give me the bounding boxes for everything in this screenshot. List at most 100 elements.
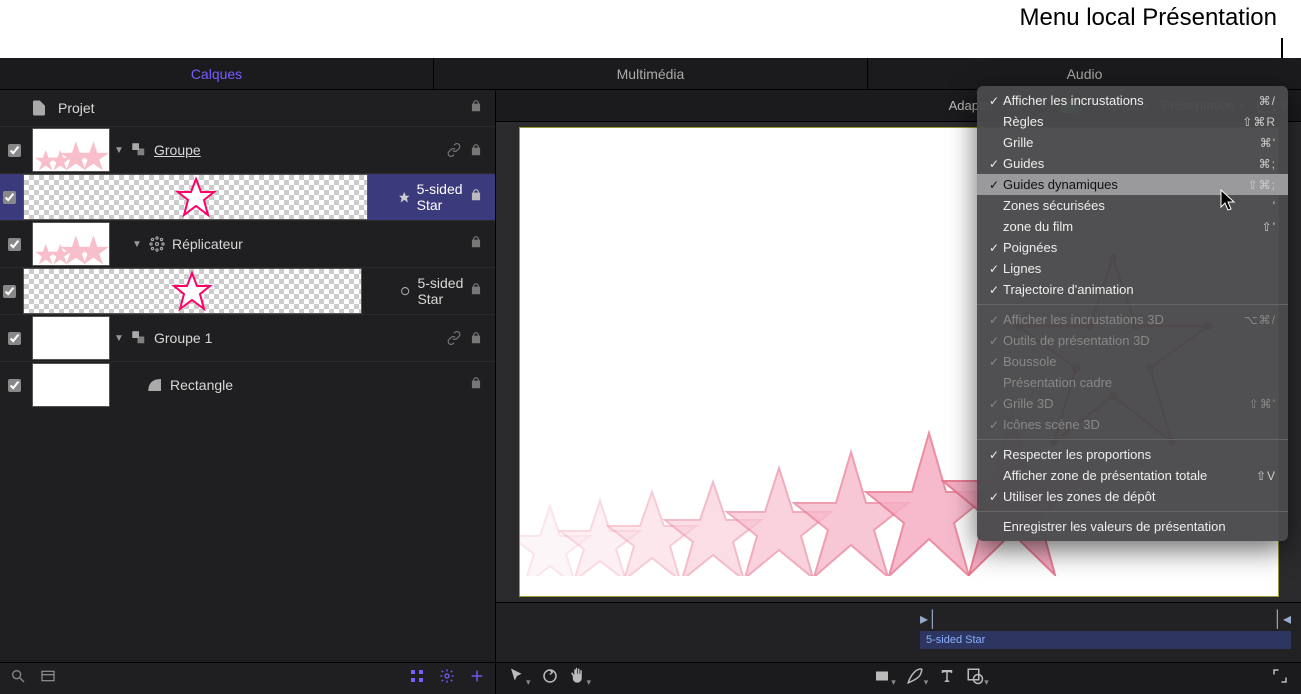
layer-row-replicator[interactable]: ▼ Réplicateur xyxy=(0,220,495,267)
timeline-clip[interactable]: 5-sided Star xyxy=(920,631,1291,649)
tab-media[interactable]: Multimédia xyxy=(434,58,868,89)
check-icon: ✓ xyxy=(985,334,1003,348)
menu-item[interactable]: ✓Guides⌘; xyxy=(977,153,1288,174)
presentation-menu[interactable]: ✓Afficher les incrustations⌘/Règles⇧⌘RGr… xyxy=(977,86,1288,541)
project-row[interactable]: Projet xyxy=(0,90,495,126)
layer-checkbox[interactable] xyxy=(8,144,21,157)
layer-label: Réplicateur xyxy=(172,236,243,252)
link-icon[interactable] xyxy=(447,331,461,345)
gear-icon[interactable] xyxy=(439,668,455,689)
pen-tool[interactable]: ▾ xyxy=(906,667,929,690)
menu-item: Présentation cadre xyxy=(977,372,1288,393)
layer-checkbox[interactable] xyxy=(8,379,21,392)
menu-item[interactable]: ✓Afficher les incrustations⌘/ xyxy=(977,90,1288,111)
menu-item[interactable]: ✓Utiliser les zones de dépôt xyxy=(977,486,1288,507)
circle-icon xyxy=(399,282,411,300)
check-icon: ✓ xyxy=(985,490,1003,504)
lock-icon[interactable] xyxy=(469,282,483,301)
disclosure-icon[interactable]: ▼ xyxy=(110,333,128,344)
menu-label: Lignes xyxy=(1003,261,1276,276)
layer-thumbnail xyxy=(23,268,362,314)
playhead-out-icon[interactable]: │◂ xyxy=(1273,609,1291,629)
project-label: Projet xyxy=(58,100,95,116)
menu-label: Outils de présentation 3D xyxy=(1003,333,1276,348)
layer-row-star-selected[interactable]: 5-sided Star xyxy=(0,173,495,220)
menu-label: Afficher les incrustations xyxy=(1003,93,1259,108)
lock-icon[interactable] xyxy=(469,235,483,254)
lock-icon[interactable] xyxy=(469,331,483,345)
menu-label: Enregistrer les valeurs de présentation xyxy=(1003,519,1276,534)
layers-sidebar: Projet ▼ Groupe xyxy=(0,90,496,694)
menu-item[interactable]: Grille⌘' xyxy=(977,132,1288,153)
layer-checkbox[interactable] xyxy=(8,238,21,251)
check-icon: ✓ xyxy=(985,313,1003,327)
layer-row-rectangle[interactable]: Rectangle xyxy=(0,361,495,408)
menu-item[interactable]: Enregistrer les valeurs de présentation xyxy=(977,516,1288,537)
layer-checkbox[interactable] xyxy=(3,191,16,204)
callout-line xyxy=(1281,38,1283,60)
link-icon[interactable] xyxy=(447,143,461,157)
shapes-icon xyxy=(130,141,148,159)
check-icon: ✓ xyxy=(985,355,1003,369)
expand-icon[interactable] xyxy=(1271,667,1289,690)
disclosure-icon[interactable]: ▼ xyxy=(128,239,146,250)
menu-shortcut: ⇧⌘; xyxy=(1248,178,1276,192)
menu-shortcut: ⌥⌘/ xyxy=(1244,313,1276,327)
lock-icon[interactable] xyxy=(469,188,483,207)
check-icon: ✓ xyxy=(985,157,1003,171)
tab-audio[interactable]: Audio xyxy=(868,58,1301,89)
layer-checkbox[interactable] xyxy=(3,285,16,298)
pointer-tool[interactable]: ▾ xyxy=(508,667,531,690)
menu-label: Règles xyxy=(1003,114,1242,129)
check-icon: ✓ xyxy=(985,283,1003,297)
add-icon[interactable] xyxy=(469,668,485,689)
lock-icon[interactable] xyxy=(469,99,483,118)
rectangle-icon xyxy=(146,376,164,394)
menu-shortcut: ⌘; xyxy=(1259,157,1276,171)
check-icon: ✓ xyxy=(985,241,1003,255)
tab-layers[interactable]: Calques xyxy=(0,58,434,89)
menu-label: Boussole xyxy=(1003,354,1276,369)
layer-row-group1[interactable]: ▼ Groupe 1 xyxy=(0,314,495,361)
menu-item[interactable]: ✓Lignes xyxy=(977,258,1288,279)
layer-row-group[interactable]: ▼ Groupe xyxy=(0,126,495,173)
menu-item[interactable]: Règles⇧⌘R xyxy=(977,111,1288,132)
lock-icon[interactable] xyxy=(469,143,483,157)
menu-item[interactable]: ✓Poignées xyxy=(977,237,1288,258)
menu-item: ✓Afficher les incrustations 3D⌥⌘/ xyxy=(977,309,1288,330)
menu-label: Afficher les incrustations 3D xyxy=(1003,312,1244,327)
layer-thumbnail xyxy=(23,174,367,220)
rotate-tool[interactable] xyxy=(541,667,559,690)
text-tool[interactable] xyxy=(938,667,956,690)
menu-item[interactable]: Zones sécurisées' xyxy=(977,195,1288,216)
callout-label: Menu local Présentation xyxy=(1020,4,1277,32)
menu-label: zone du film xyxy=(1003,219,1262,234)
check-icon: ✓ xyxy=(985,262,1003,276)
menu-item[interactable]: zone du film⇧' xyxy=(977,216,1288,237)
sidebar-footer xyxy=(0,662,495,694)
mini-timeline[interactable]: ▸│ 5-sided Star │◂ xyxy=(496,602,1301,662)
lock-icon[interactable] xyxy=(469,376,483,395)
menu-item[interactable]: Afficher zone de présentation totale⇧V xyxy=(977,465,1288,486)
panel-icon[interactable] xyxy=(40,668,56,689)
grid-icon[interactable] xyxy=(409,668,425,689)
layer-checkbox[interactable] xyxy=(8,332,21,345)
menu-item: ✓Outils de présentation 3D xyxy=(977,330,1288,351)
menu-separator xyxy=(977,439,1288,440)
menu-item[interactable]: ✓Respecter les proportions xyxy=(977,444,1288,465)
layer-actions xyxy=(447,143,483,157)
playhead-in-icon[interactable]: ▸│ xyxy=(920,609,938,629)
project-icon xyxy=(30,99,48,117)
hand-tool[interactable]: ▾ xyxy=(569,667,592,690)
rect-tool[interactable]: ▾ xyxy=(873,667,896,690)
layer-label: Rectangle xyxy=(170,377,233,393)
menu-item[interactable]: ✓Trajectoire d'animation xyxy=(977,279,1288,300)
menu-item: ✓Boussole xyxy=(977,351,1288,372)
layer-label: Groupe 1 xyxy=(154,330,212,346)
layer-row-star-rep[interactable]: 5-sided Star xyxy=(0,267,495,314)
check-icon: ✓ xyxy=(985,178,1003,192)
menu-item[interactable]: ✓Guides dynamiques⇧⌘; xyxy=(977,174,1288,195)
search-icon[interactable] xyxy=(10,668,26,689)
disclosure-icon[interactable]: ▼ xyxy=(110,145,128,156)
mask-tool[interactable]: ▾ xyxy=(966,667,989,690)
